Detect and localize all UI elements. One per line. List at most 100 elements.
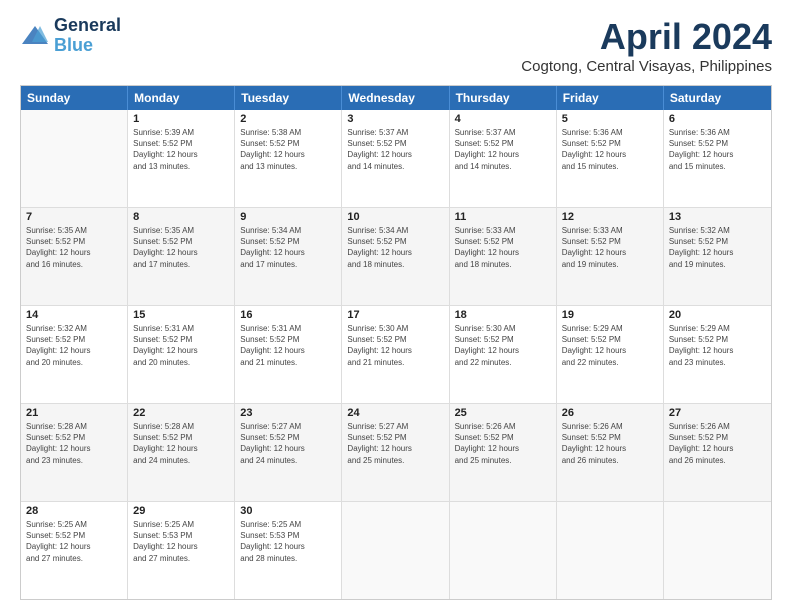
day-info: Sunrise: 5:27 AMSunset: 5:52 PMDaylight:… — [240, 421, 336, 466]
day-number: 29 — [133, 505, 229, 517]
day-info: Sunrise: 5:33 AMSunset: 5:52 PMDaylight:… — [562, 225, 658, 270]
day-info: Sunrise: 5:35 AMSunset: 5:52 PMDaylight:… — [133, 225, 229, 270]
day-number: 3 — [347, 113, 443, 125]
calendar-cell: 5 Sunrise: 5:36 AMSunset: 5:52 PMDaylight… — [557, 110, 664, 207]
calendar-row: 28 Sunrise: 5:25 AMSunset: 5:52 PMDayligh… — [21, 502, 771, 599]
day-number: 23 — [240, 407, 336, 419]
calendar-cell: 23 Sunrise: 5:27 AMSunset: 5:52 PMDayligh… — [235, 404, 342, 501]
day-info: Sunrise: 5:39 AMSunset: 5:52 PMDaylight:… — [133, 127, 229, 172]
day-info: Sunrise: 5:32 AMSunset: 5:52 PMDaylight:… — [26, 323, 122, 368]
calendar-cell: 24Sunrise: 5:27 AMSunset: 5:52 PMDayligh… — [342, 404, 449, 501]
weekday-header-friday: Friday — [557, 86, 664, 110]
day-number: 2 — [240, 113, 336, 125]
calendar-cell: 10Sunrise: 5:34 AMSunset: 5:52 PMDayligh… — [342, 208, 449, 305]
day-number: 1 — [133, 113, 229, 125]
day-number: 15 — [133, 309, 229, 321]
day-info: Sunrise: 5:28 AMSunset: 5:52 PMDaylight:… — [26, 421, 122, 466]
day-info: Sunrise: 5:36 AMSunset: 5:52 PMDaylight:… — [669, 127, 766, 172]
day-info: Sunrise: 5:25 AMSunset: 5:53 PMDaylight:… — [133, 519, 229, 564]
day-number: 12 — [562, 211, 658, 223]
calendar-cell — [342, 502, 449, 599]
calendar-cell: 14 Sunrise: 5:32 AMSunset: 5:52 PMDayligh… — [21, 306, 128, 403]
day-info: Sunrise: 5:32 AMSunset: 5:52 PMDaylight:… — [669, 225, 766, 270]
logo-text: General Blue — [54, 16, 121, 56]
calendar-cell: 11Sunrise: 5:33 AMSunset: 5:52 PMDayligh… — [450, 208, 557, 305]
calendar-cell: 21 Sunrise: 5:28 AMSunset: 5:52 PMDayligh… — [21, 404, 128, 501]
calendar-cell: 18 Sunrise: 5:30 AMSunset: 5:52 PMDayligh… — [450, 306, 557, 403]
calendar-cell: 1 Sunrise: 5:39 AMSunset: 5:52 PMDaylight… — [128, 110, 235, 207]
day-number: 8 — [133, 211, 229, 223]
calendar-cell: 12 Sunrise: 5:33 AMSunset: 5:52 PMDayligh… — [557, 208, 664, 305]
calendar-cell — [557, 502, 664, 599]
calendar-cell: 9 Sunrise: 5:34 AMSunset: 5:52 PMDaylight… — [235, 208, 342, 305]
calendar-cell: 2 Sunrise: 5:38 AMSunset: 5:52 PMDaylight… — [235, 110, 342, 207]
day-info: Sunrise: 5:25 AMSunset: 5:53 PMDaylight:… — [240, 519, 336, 564]
day-number: 7 — [26, 211, 122, 223]
day-number: 30 — [240, 505, 336, 517]
logo-line1: General — [54, 16, 121, 36]
day-number: 11 — [455, 211, 551, 223]
day-info: Sunrise: 5:30 AMSunset: 5:52 PMDaylight:… — [347, 323, 443, 368]
calendar-cell: 20Sunrise: 5:29 AMSunset: 5:52 PMDayligh… — [664, 306, 771, 403]
day-info: Sunrise: 5:37 AMSunset: 5:52 PMDaylight:… — [455, 127, 551, 172]
calendar-cell: 26 Sunrise: 5:26 AMSunset: 5:52 PMDayligh… — [557, 404, 664, 501]
weekday-header-wednesday: Wednesday — [342, 86, 449, 110]
day-number: 27 — [669, 407, 766, 419]
calendar-cell: 17 Sunrise: 5:30 AMSunset: 5:52 PMDayligh… — [342, 306, 449, 403]
calendar-cell: 7 Sunrise: 5:35 AMSunset: 5:52 PMDaylight… — [21, 208, 128, 305]
day-number: 4 — [455, 113, 551, 125]
weekday-header-monday: Monday — [128, 86, 235, 110]
day-number: 21 — [26, 407, 122, 419]
calendar-cell: 13 Sunrise: 5:32 AMSunset: 5:52 PMDayligh… — [664, 208, 771, 305]
day-number: 6 — [669, 113, 766, 125]
calendar-cell: 28 Sunrise: 5:25 AMSunset: 5:52 PMDayligh… — [21, 502, 128, 599]
day-info: Sunrise: 5:35 AMSunset: 5:52 PMDaylight:… — [26, 225, 122, 270]
weekday-header-tuesday: Tuesday — [235, 86, 342, 110]
logo-icon — [20, 24, 50, 48]
day-info: Sunrise: 5:30 AMSunset: 5:52 PMDaylight:… — [455, 323, 551, 368]
calendar-cell: 22Sunrise: 5:28 AMSunset: 5:52 PMDayligh… — [128, 404, 235, 501]
day-number: 19 — [562, 309, 658, 321]
main-title: April 2024 — [521, 16, 772, 58]
weekday-header-saturday: Saturday — [664, 86, 771, 110]
day-number: 13 — [669, 211, 766, 223]
subtitle: Cogtong, Central Visayas, Philippines — [521, 58, 772, 75]
calendar-cell — [450, 502, 557, 599]
day-number: 28 — [26, 505, 122, 517]
day-info: Sunrise: 5:36 AMSunset: 5:52 PMDaylight:… — [562, 127, 658, 172]
calendar-cell: 6 Sunrise: 5:36 AMSunset: 5:52 PMDaylight… — [664, 110, 771, 207]
day-info: Sunrise: 5:29 AMSunset: 5:52 PMDaylight:… — [669, 323, 766, 368]
calendar-row: 1 Sunrise: 5:39 AMSunset: 5:52 PMDaylight… — [21, 110, 771, 208]
day-info: Sunrise: 5:31 AMSunset: 5:52 PMDaylight:… — [133, 323, 229, 368]
calendar-cell — [21, 110, 128, 207]
calendar-cell: 3 Sunrise: 5:37 AMSunset: 5:52 PMDaylight… — [342, 110, 449, 207]
day-number: 17 — [347, 309, 443, 321]
title-block: April 2024 Cogtong, Central Visayas, Phi… — [521, 16, 772, 75]
day-number: 14 — [26, 309, 122, 321]
day-number: 26 — [562, 407, 658, 419]
day-number: 9 — [240, 211, 336, 223]
logo-line2: Blue — [54, 35, 93, 55]
day-number: 16 — [240, 309, 336, 321]
day-number: 5 — [562, 113, 658, 125]
day-info: Sunrise: 5:34 AMSunset: 5:52 PMDaylight:… — [240, 225, 336, 270]
day-info: Sunrise: 5:29 AMSunset: 5:52 PMDaylight:… — [562, 323, 658, 368]
logo: General Blue — [20, 16, 121, 56]
day-info: Sunrise: 5:25 AMSunset: 5:52 PMDaylight:… — [26, 519, 122, 564]
day-info: Sunrise: 5:38 AMSunset: 5:52 PMDaylight:… — [240, 127, 336, 172]
calendar-row: 7 Sunrise: 5:35 AMSunset: 5:52 PMDaylight… — [21, 208, 771, 306]
day-info: Sunrise: 5:28 AMSunset: 5:52 PMDaylight:… — [133, 421, 229, 466]
calendar: SundayMondayTuesdayWednesdayThursdayFrid… — [20, 85, 772, 600]
day-info: Sunrise: 5:37 AMSunset: 5:52 PMDaylight:… — [347, 127, 443, 172]
calendar-cell: 25Sunrise: 5:26 AMSunset: 5:52 PMDayligh… — [450, 404, 557, 501]
day-number: 25 — [455, 407, 551, 419]
calendar-cell: 4 Sunrise: 5:37 AMSunset: 5:52 PMDaylight… — [450, 110, 557, 207]
weekday-header-thursday: Thursday — [450, 86, 557, 110]
day-info: Sunrise: 5:26 AMSunset: 5:52 PMDaylight:… — [562, 421, 658, 466]
day-info: Sunrise: 5:26 AMSunset: 5:52 PMDaylight:… — [669, 421, 766, 466]
calendar-row: 21 Sunrise: 5:28 AMSunset: 5:52 PMDayligh… — [21, 404, 771, 502]
day-number: 18 — [455, 309, 551, 321]
calendar-cell: 29 Sunrise: 5:25 AMSunset: 5:53 PMDayligh… — [128, 502, 235, 599]
calendar-header: SundayMondayTuesdayWednesdayThursdayFrid… — [21, 86, 771, 110]
calendar-cell: 27 Sunrise: 5:26 AMSunset: 5:52 PMDayligh… — [664, 404, 771, 501]
